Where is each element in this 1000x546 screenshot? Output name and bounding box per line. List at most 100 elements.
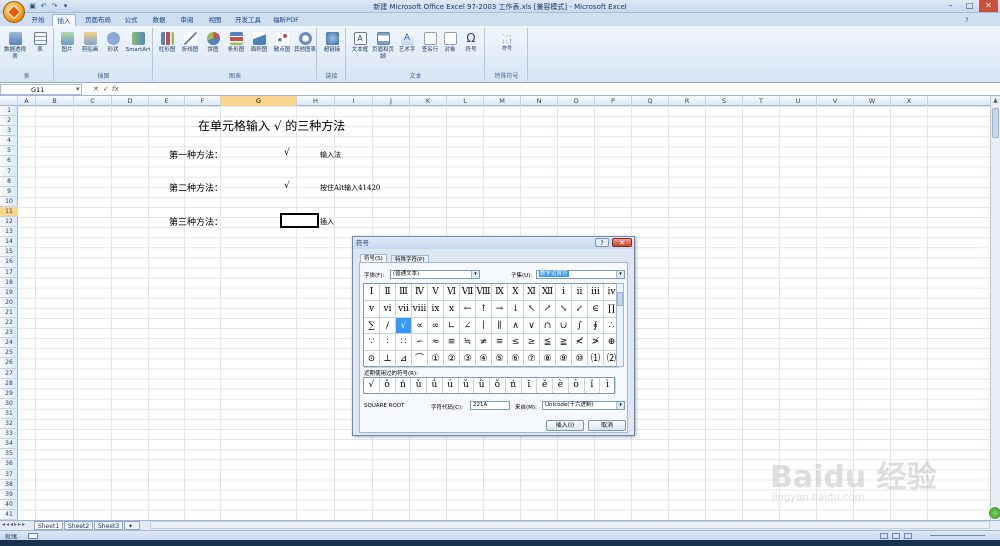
sheet-tab-2[interactable]: Sheet2 bbox=[64, 521, 94, 530]
insert-function-icon[interactable]: fx bbox=[112, 85, 119, 93]
row-header-35[interactable]: 35 bbox=[0, 449, 18, 460]
symbol-cell[interactable]: ⅸ bbox=[428, 300, 444, 318]
recent-symbol-cell[interactable]: ò bbox=[569, 378, 585, 393]
quick-access-dropdown-icon[interactable]: ▾ bbox=[61, 2, 70, 11]
recent-symbol-cell[interactable]: è bbox=[553, 378, 569, 393]
symbol-cell[interactable]: Ⅻ bbox=[540, 284, 556, 301]
row-header-27[interactable]: 27 bbox=[0, 369, 18, 379]
recent-symbol-cell[interactable]: ì bbox=[600, 378, 616, 393]
sheet-nav-arrows-icon[interactable]: ◂◂◂▸▸▸ bbox=[2, 521, 26, 528]
recent-symbol-cell[interactable]: ǘ bbox=[427, 378, 443, 393]
sheet-tab-1[interactable]: Sheet1 bbox=[34, 521, 64, 530]
symbol-cell[interactable]: ≮ bbox=[572, 334, 588, 352]
symbol-cell[interactable]: ⑥ bbox=[508, 351, 524, 368]
clip-art-button[interactable]: 剪贴画 bbox=[79, 32, 101, 54]
row-header-34[interactable]: 34 bbox=[0, 439, 18, 450]
column-header-b[interactable]: B bbox=[36, 96, 74, 106]
symbol-grid-scrollbar[interactable] bbox=[616, 283, 624, 367]
symbol-cell[interactable]: ③ bbox=[460, 351, 476, 368]
row-header-5[interactable]: 5 bbox=[0, 146, 18, 157]
symbol-cell[interactable]: ∶ bbox=[380, 334, 396, 352]
column-header-t[interactable]: T bbox=[743, 96, 780, 106]
column-header-r[interactable]: R bbox=[669, 96, 706, 106]
row-header-41[interactable]: 41 bbox=[0, 510, 18, 520]
text-box-button[interactable]: A 文本框 bbox=[349, 32, 371, 54]
column-header-o[interactable]: O bbox=[558, 96, 595, 106]
symbol-cell[interactable]: Ⅷ bbox=[476, 284, 492, 301]
row-header-4[interactable]: 4 bbox=[0, 136, 18, 147]
symbol-cell[interactable]: ∩ bbox=[540, 317, 556, 335]
symbol-cell[interactable]: ∫ bbox=[572, 317, 588, 335]
column-header-i[interactable]: I bbox=[335, 96, 373, 106]
vertical-scroll-thumb[interactable] bbox=[992, 108, 999, 138]
row-header-6[interactable]: 6 bbox=[0, 156, 18, 167]
recent-symbol-cell[interactable]: ǜ bbox=[474, 378, 490, 393]
cell-method1-symbol[interactable]: √ bbox=[284, 148, 290, 158]
symbol-cell[interactable]: ↑ bbox=[476, 300, 492, 318]
name-box[interactable]: G11 bbox=[0, 84, 82, 95]
symbol-cell[interactable]: ∽ bbox=[412, 334, 428, 352]
redo-icon[interactable]: ↷ bbox=[50, 2, 59, 11]
symbol-cell[interactable]: ⅰ bbox=[556, 284, 572, 301]
recent-symbol-cell[interactable]: ǔ bbox=[459, 378, 475, 393]
symbol-cell[interactable]: Ⅵ bbox=[444, 284, 460, 301]
symbol-cell[interactable]: ∮ bbox=[588, 317, 604, 335]
picture-button[interactable]: 图片 bbox=[57, 32, 77, 54]
cell-method1-desc[interactable]: 输入法 bbox=[320, 150, 341, 160]
recent-symbol-cell[interactable]: ń bbox=[396, 378, 412, 393]
row-header-17[interactable]: 17 bbox=[0, 268, 18, 278]
row-header-31[interactable]: 31 bbox=[0, 409, 18, 420]
tab-developer[interactable]: 开发工具 bbox=[232, 14, 264, 26]
from-select[interactable]: Unicode(十六进制) ▾ bbox=[542, 401, 625, 410]
tab-review[interactable]: 审阅 bbox=[176, 14, 198, 26]
pivot-table-button[interactable]: 数据透视表 bbox=[3, 32, 27, 61]
font-select[interactable]: (普通文本) ▾ bbox=[390, 270, 480, 279]
recent-symbol-cell[interactable]: ǔ bbox=[411, 378, 427, 393]
float-widget-icon[interactable] bbox=[988, 506, 1000, 520]
symbol-cell[interactable]: ⊥ bbox=[380, 351, 396, 368]
symbol-cell[interactable]: ≧ bbox=[556, 334, 572, 352]
scroll-up-icon[interactable]: ▲ bbox=[992, 97, 999, 105]
column-header-j[interactable]: J bbox=[373, 96, 410, 106]
recent-symbol-cell[interactable]: ǐ bbox=[522, 378, 538, 393]
page-layout-view-icon[interactable] bbox=[892, 533, 900, 539]
symbol-cell[interactable]: ∨ bbox=[524, 317, 540, 335]
sheet-tab-3[interactable]: Sheet3 bbox=[94, 521, 124, 530]
symbol-cell[interactable]: ⅶ bbox=[396, 300, 412, 318]
name-box-dropdown-icon[interactable]: ▾ bbox=[76, 85, 80, 93]
symbol-cell[interactable]: ⊿ bbox=[396, 351, 412, 368]
row-header-22[interactable]: 22 bbox=[0, 318, 18, 329]
symbol-cell[interactable]: ↖ bbox=[524, 300, 540, 318]
undo-icon[interactable]: ↶ bbox=[39, 2, 48, 11]
symbol-cell[interactable]: ↓ bbox=[508, 300, 524, 318]
symbol-cell[interactable]: ∵ bbox=[364, 334, 380, 352]
table-button[interactable]: 表 bbox=[30, 32, 50, 54]
row-header-16[interactable]: 16 bbox=[0, 257, 18, 268]
object-button[interactable]: 对象 bbox=[441, 32, 459, 54]
dialog-help-button[interactable]: ? bbox=[595, 238, 609, 247]
column-header-k[interactable]: K bbox=[410, 96, 447, 106]
cell-method3-label[interactable]: 第三种方法： bbox=[169, 215, 223, 228]
tab-formulas[interactable]: 公式 bbox=[120, 14, 142, 26]
symbol-cell[interactable]: ≤ bbox=[508, 334, 524, 352]
cell-method2-desc[interactable]: 按住Alt输入41420 bbox=[320, 183, 380, 193]
symbol-cell[interactable]: ↙ bbox=[572, 300, 588, 318]
column-header-v[interactable]: V bbox=[817, 96, 854, 106]
symbol-cell[interactable]: ⑩ bbox=[572, 351, 588, 368]
row-header-38[interactable]: 38 bbox=[0, 480, 18, 490]
row-header-23[interactable]: 23 bbox=[0, 328, 18, 339]
area-chart-button[interactable]: 面积图 bbox=[248, 32, 270, 54]
symbol-cell[interactable]: ⊙ bbox=[364, 351, 380, 368]
cell-method1-label[interactable]: 第一种方法： bbox=[169, 148, 223, 161]
row-header-36[interactable]: 36 bbox=[0, 459, 18, 470]
tab-data[interactable]: 数据 bbox=[148, 14, 170, 26]
row-header-15[interactable]: 15 bbox=[0, 247, 18, 258]
column-header-g[interactable]: G bbox=[221, 96, 297, 106]
subset-dropdown-icon[interactable]: ▾ bbox=[616, 271, 624, 278]
symbol-cell[interactable]: Ⅴ bbox=[428, 284, 444, 301]
line-chart-button[interactable]: 折线图 bbox=[179, 32, 201, 54]
symbol-cell[interactable]: ⑦ bbox=[524, 351, 540, 368]
symbol-cell[interactable]: ← bbox=[460, 300, 476, 318]
hyperlink-button[interactable]: 超链接 bbox=[320, 32, 344, 54]
symbol-cell[interactable]: √ bbox=[396, 317, 412, 335]
